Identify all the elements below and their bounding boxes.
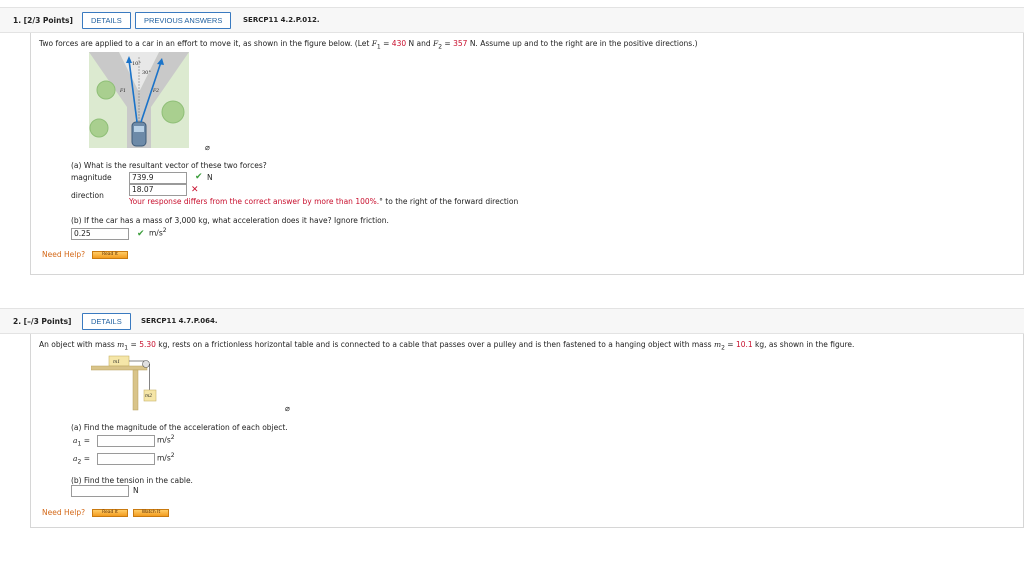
a1-input[interactable] xyxy=(97,435,155,447)
magnitude-label: magnitude xyxy=(71,173,112,182)
f2-value: 357 xyxy=(453,39,468,48)
direction-label: direction xyxy=(71,191,104,200)
direction-error-message: Your response differs from the correct a… xyxy=(129,197,380,206)
f2-label: F2 xyxy=(152,88,159,94)
q1-previous-answers-button[interactable]: PREVIOUS ANSWERS xyxy=(135,12,232,29)
q2-part-a-text: (a) Find the magnitude of the accelerati… xyxy=(71,423,288,432)
question-2-body: An object with mass m1 = 5.30 kg, rests … xyxy=(30,334,1024,528)
question-2-code: SERCP11 4.7.P.064. xyxy=(141,317,218,325)
question-2-prompt: An object with mass m1 = 5.30 kg, rests … xyxy=(39,340,855,352)
magnitude-input[interactable]: 739.9 xyxy=(129,172,187,184)
a2-input[interactable] xyxy=(97,453,155,465)
direction-feedback: Your response differs from the correct a… xyxy=(129,197,518,206)
a1-label: a1 = xyxy=(73,436,90,448)
acceleration-input[interactable]: 0.25 xyxy=(71,228,129,240)
question-1-number: 1. [2/3 Points] xyxy=(13,16,73,25)
a2-label: a2 = xyxy=(73,454,90,466)
f1-value: 430 xyxy=(391,39,407,48)
q1-need-help-label: Need Help? xyxy=(42,250,86,259)
q1-read-it-button[interactable]: Read It xyxy=(92,251,128,259)
figure-info-icon-2[interactable]: ⌀ xyxy=(285,404,290,413)
pulley-figure: m1 m2 xyxy=(91,355,157,411)
q2-watch-it-button[interactable]: Watch It xyxy=(133,509,169,517)
question-1-body: Two forces are applied to a car in an ef… xyxy=(30,33,1024,275)
tension-unit: N xyxy=(133,486,139,495)
magnitude-unit: N xyxy=(207,173,213,182)
q2-details-button[interactable]: DETAILS xyxy=(82,313,131,330)
question-1-header: 1. [2/3 Points] DETAILS PREVIOUS ANSWERS… xyxy=(0,7,1024,33)
question-2-header: 2. [–/3 Points] DETAILS SERCP11 4.7.P.06… xyxy=(0,308,1024,334)
q1-details-button[interactable]: DETAILS xyxy=(82,12,131,29)
magnitude-correct-check-icon: ✔ xyxy=(195,172,203,182)
block-m1-label: m1 xyxy=(113,359,120,365)
q1-part-b-text: (b) If the car has a mass of 3,000 kg, w… xyxy=(71,216,389,225)
question-1-code: SERCP11 4.2.P.012. xyxy=(243,16,320,24)
acceleration-correct-check-icon: ✔ xyxy=(137,229,145,239)
car-forces-figure: 10° 30° F1 F2 xyxy=(89,52,189,148)
question-1-prompt: Two forces are applied to a car in an ef… xyxy=(39,39,698,51)
direction-incorrect-cross-icon: ✕ xyxy=(191,185,199,195)
q2-read-it-button[interactable]: Read It xyxy=(92,509,128,517)
a2-unit: m/s2 xyxy=(157,452,175,463)
q1-part-a-text: (a) What is the resultant vector of thes… xyxy=(71,161,267,170)
q2-part-b-text: (b) Find the tension in the cable. xyxy=(71,476,193,485)
question-2-number: 2. [–/3 Points] xyxy=(13,317,72,326)
q2-need-help-label: Need Help? xyxy=(42,508,86,517)
block-m2-label: m2 xyxy=(145,393,152,399)
figure-info-icon[interactable]: ⌀ xyxy=(205,143,210,152)
direction-input[interactable]: 18.07 xyxy=(129,184,187,196)
a1-unit: m/s2 xyxy=(157,434,175,445)
acceleration-unit: m/s2 xyxy=(149,227,167,238)
angle1-label: 10° xyxy=(132,61,141,67)
f1-label: F1 xyxy=(119,88,126,94)
tension-input[interactable] xyxy=(71,485,129,497)
angle2-label: 30° xyxy=(142,70,151,76)
m1-value: 5.30 xyxy=(139,340,156,349)
direction-suffix: ° to the right of the forward direction xyxy=(379,197,519,206)
m2-value: 10.1 xyxy=(735,340,753,349)
